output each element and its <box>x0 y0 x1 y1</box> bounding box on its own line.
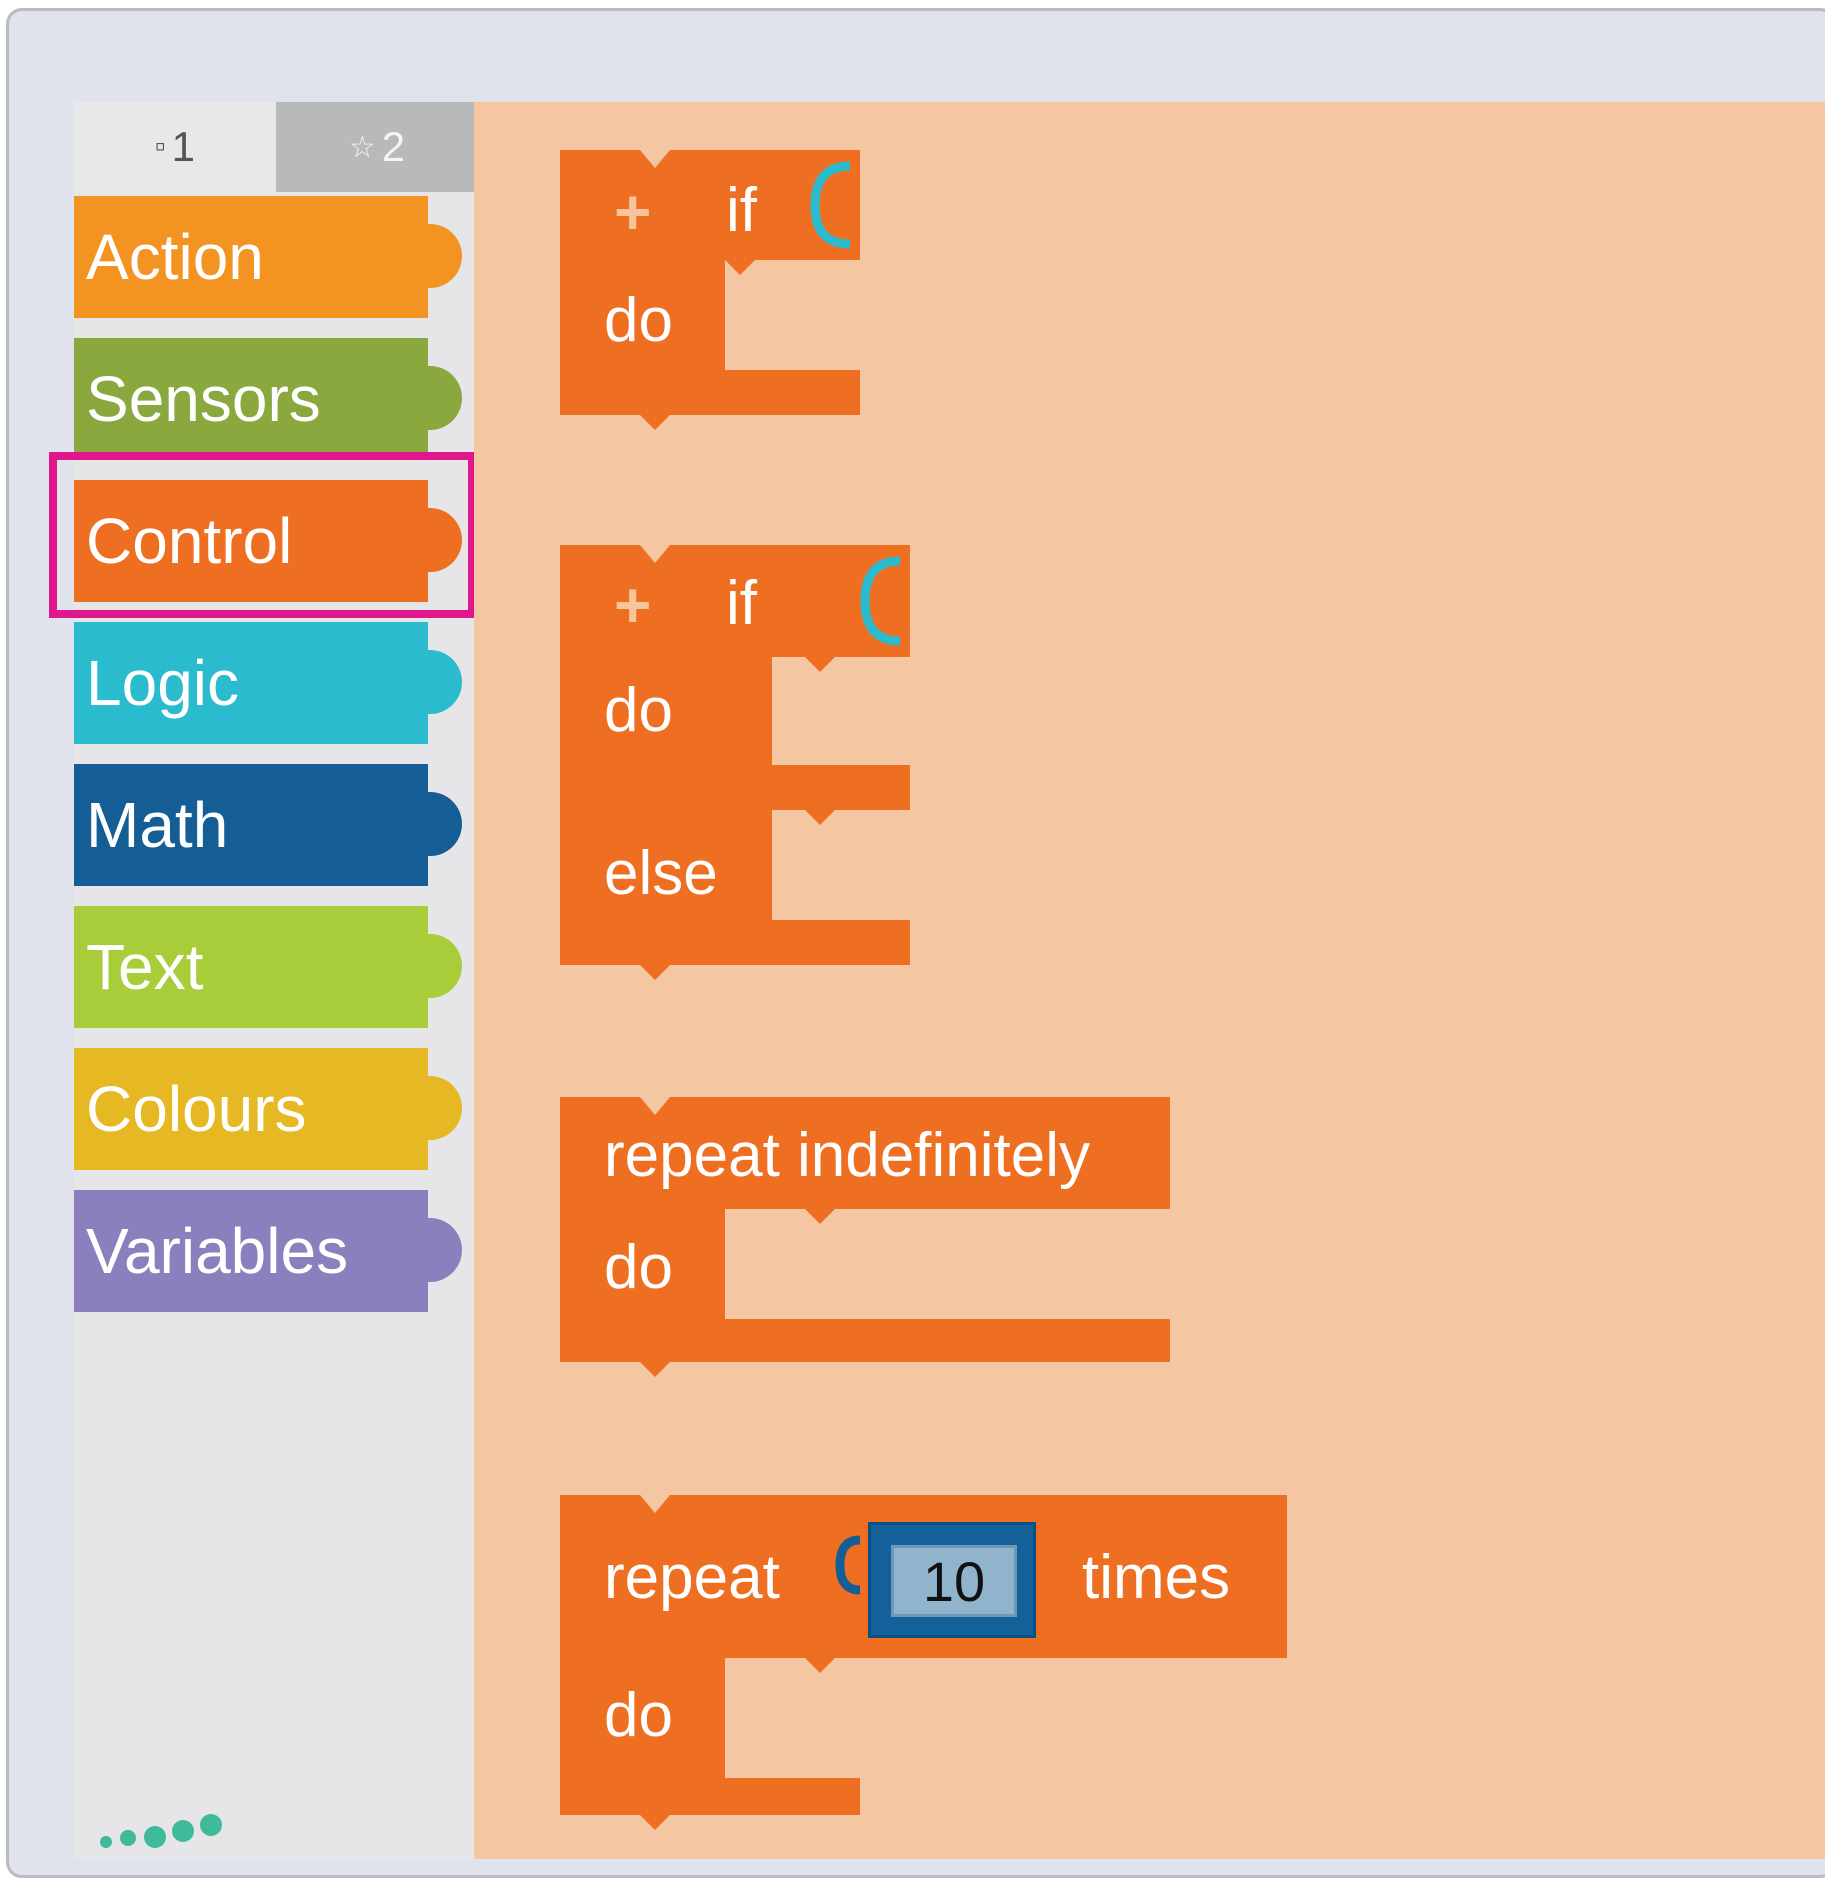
repeat-indefinitely-block[interactable]: repeat indefinitely do <box>560 1097 1170 1377</box>
category-variables-label: Variables <box>86 1215 349 1287</box>
plus-icon[interactable]: + <box>614 180 651 244</box>
category-math[interactable]: Math <box>74 764 462 886</box>
repeat-indefinitely-label: repeat indefinitely <box>604 1121 1090 1190</box>
loading-dot <box>100 1836 112 1848</box>
do-label: do <box>604 286 673 355</box>
category-action[interactable]: Action <box>74 196 462 318</box>
loading-dot <box>200 1814 222 1836</box>
else-label: else <box>604 839 718 908</box>
category-control-label: Control <box>86 505 293 577</box>
category-text[interactable]: Text <box>74 906 462 1028</box>
category-logic-label: Logic <box>86 647 239 719</box>
times-label: times <box>1082 1543 1231 1612</box>
category-variables[interactable]: Variables <box>74 1190 462 1312</box>
category-colours[interactable]: Colours <box>74 1048 462 1170</box>
tab-2-label: 2 <box>381 123 406 170</box>
number-block[interactable]: 10 <box>868 1522 1036 1638</box>
category-logic[interactable]: Logic <box>74 622 462 744</box>
do-label: do <box>604 676 673 745</box>
category-colours-label: Colours <box>86 1073 307 1145</box>
do-label: do <box>604 1233 673 1302</box>
loading-dot <box>172 1820 194 1842</box>
repeat-count-field[interactable]: 10 <box>891 1545 1017 1617</box>
plus-icon[interactable]: + <box>614 573 651 637</box>
repeat-label: repeat <box>604 1543 780 1612</box>
category-control[interactable]: Control <box>74 480 462 602</box>
if-label: if <box>726 176 757 245</box>
if-label: if <box>726 569 757 638</box>
square-icon: ▫ <box>155 130 166 163</box>
toolbox-tab-2[interactable]: ☆ 2 <box>276 102 478 192</box>
category-sensors[interactable]: Sensors <box>74 338 462 460</box>
do-label: do <box>604 1681 673 1750</box>
toolbox-tab-1[interactable]: ▫ 1 <box>74 102 276 192</box>
loading-dot <box>120 1830 136 1846</box>
category-sensors-label: Sensors <box>86 363 321 435</box>
star-icon: ☆ <box>348 130 376 164</box>
if-do-else-block[interactable]: + if do else <box>560 545 910 980</box>
loading-dot <box>144 1826 166 1848</box>
category-action-label: Action <box>86 221 264 293</box>
if-do-block[interactable]: + if do <box>560 150 860 440</box>
category-math-label: Math <box>86 789 229 861</box>
category-text-label: Text <box>86 931 204 1003</box>
tab-1-label: 1 <box>171 123 195 170</box>
